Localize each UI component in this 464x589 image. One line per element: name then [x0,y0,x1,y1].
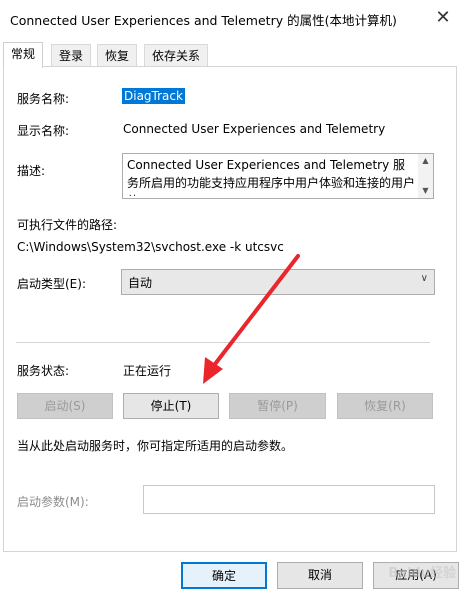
service-name-label: 服务名称: [17,92,70,106]
scroll-down-icon[interactable]: ▼ [418,185,433,197]
chevron-down-icon: ∨ [420,273,428,284]
window-title: Connected User Experiences and Telemetry… [10,13,397,28]
display-name-value: Connected User Experiences and Telemetry [123,122,386,136]
startup-type-label: 启动类型(E): [17,277,86,291]
service-name-text: DiagTrack [122,88,185,104]
resume-button[interactable]: 恢复(R) [337,393,433,419]
ok-button[interactable]: 确定 [181,562,267,589]
start-params-label: 启动参数(M): [17,495,89,509]
scroll-up-icon[interactable]: ▲ [418,155,433,167]
description-text: Connected User Experiences and Telemetry… [127,158,415,196]
tab-dependencies[interactable]: 依存关系 [144,44,209,67]
status-value: 正在运行 [123,364,172,378]
start-params-hint: 当从此处启动服务时，你可指定所适用的启动参数。 [17,439,294,453]
close-icon[interactable]: ✕ [432,7,454,29]
watermark-logo: Baidu经验 [388,566,456,581]
description-scrollbar[interactable]: ▲ ▼ [418,154,433,198]
exe-path-value: C:\Windows\System32\svchost.exe -k utcsv… [17,240,284,254]
service-name-value[interactable]: DiagTrack [122,88,185,104]
stop-button[interactable]: 停止(T) [123,393,219,419]
start-button[interactable]: 启动(S) [17,393,113,419]
startup-type-value: 自动 [128,276,153,290]
tab-logon[interactable]: 登录 [51,44,92,67]
title-bar: Connected User Experiences and Telemetry… [0,0,464,36]
cancel-button[interactable]: 取消 [277,562,363,589]
exe-path-label: 可执行文件的路径: [17,218,118,232]
divider [16,342,430,343]
startup-type-select[interactable]: 自动 ∨ [121,269,435,295]
general-panel: 服务名称: DiagTrack 显示名称: Connected User Exp… [3,66,457,552]
status-label: 服务状态: [17,364,70,378]
tab-general[interactable]: 常规 [3,42,44,68]
display-name-label: 显示名称: [17,124,70,138]
pause-button[interactable]: 暂停(P) [229,393,326,419]
description-box[interactable]: Connected User Experiences and Telemetry… [122,153,434,199]
description-label: 描述: [17,164,46,178]
tab-recovery[interactable]: 恢复 [97,44,138,67]
start-params-input[interactable] [143,485,435,514]
